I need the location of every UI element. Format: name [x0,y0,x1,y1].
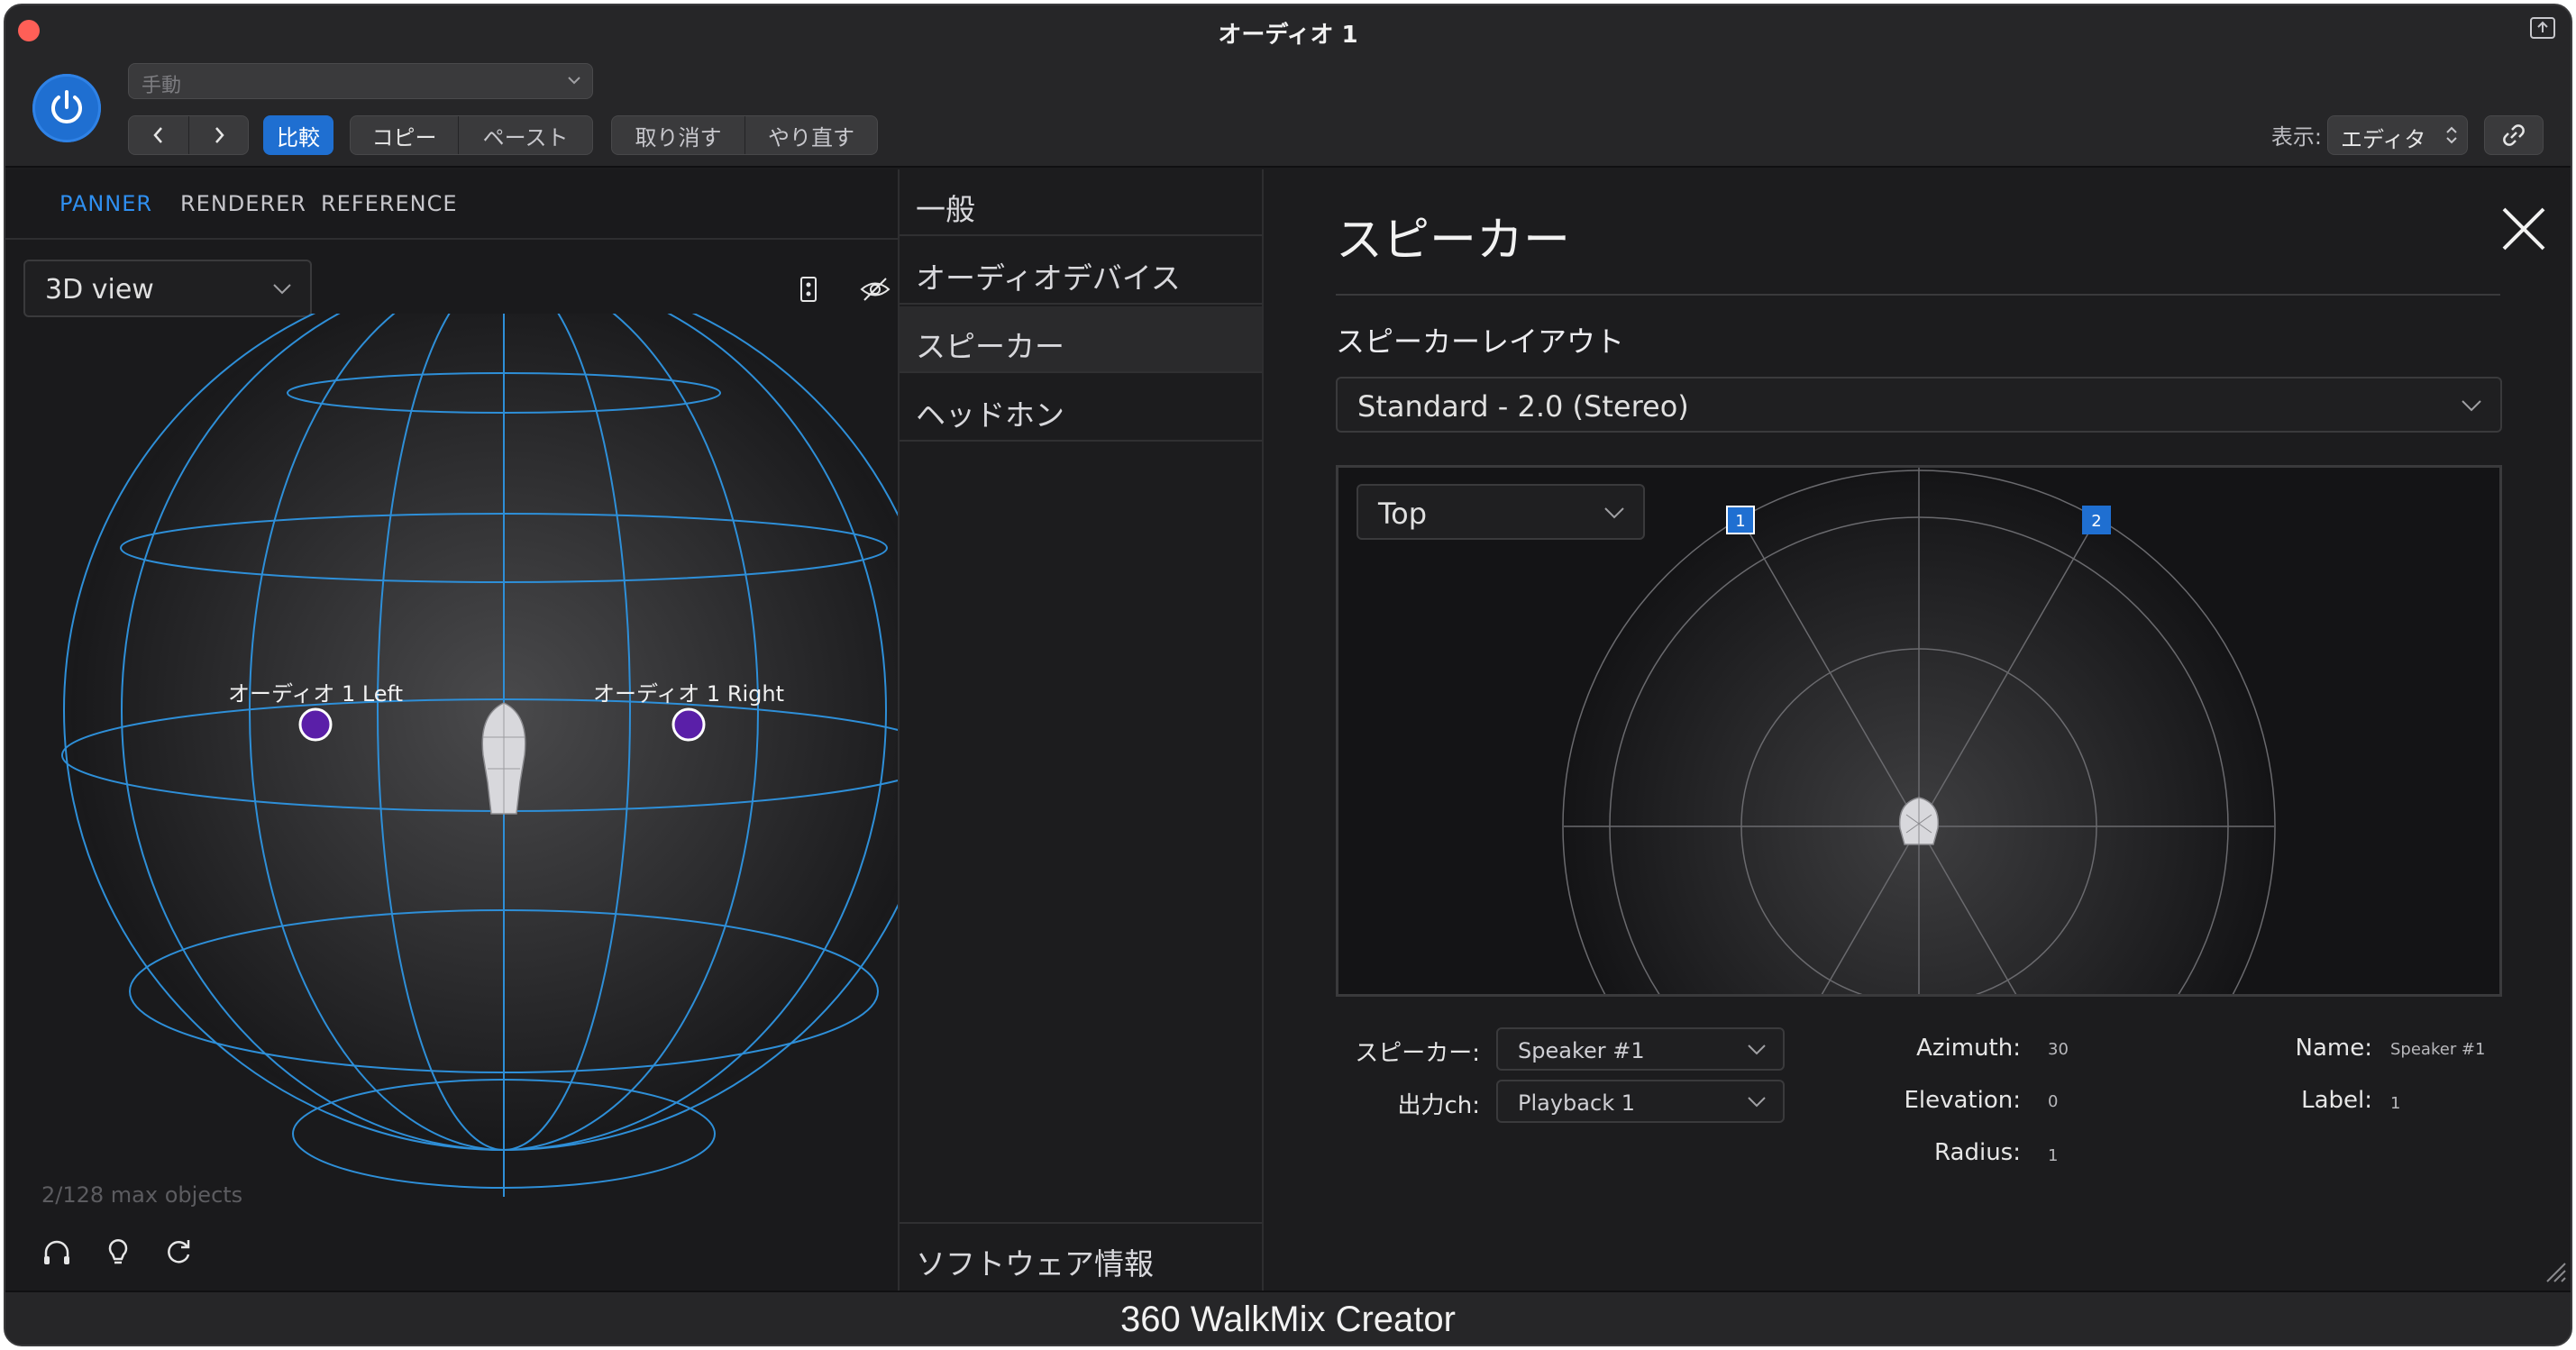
chevron-down-icon [568,77,580,85]
speaker-field-label: スピーカー: [1355,1040,1480,1067]
radius-label: Radius: [1934,1139,2021,1166]
view-label: 表示: [2270,124,2322,150]
chevron-down-icon [1748,1097,1766,1108]
link-button[interactable] [2484,115,2544,155]
app-window: オーディオ 1 手動 比較 コピー ペースト 取り消す やり直す 表示: エディ… [4,4,2572,1346]
view-mode-value: 3D view [45,274,154,306]
speaker-top-view[interactable]: Top 1 2 [1336,465,2502,997]
chevron-left-icon [153,127,162,143]
speaker-select[interactable]: Speaker #1 [1496,1027,1785,1071]
chevron-down-icon [2462,400,2481,412]
elevation-value[interactable]: 0 [2048,1092,2058,1111]
view-select-value: エディタ [2341,127,2426,152]
radius-value[interactable]: 1 [2048,1146,2058,1165]
page-title: スピーカー [1336,214,1571,268]
panner-bottom-toolbar [41,1236,195,1267]
speaker-layout-value: Standard - 2.0 (Stereo) [1357,389,1689,424]
speaker-marker-2[interactable]: 2 [2082,506,2111,534]
panner-tabs: PANNER RENDERER REFERENCE [5,169,898,240]
chevron-down-icon [1748,1044,1766,1055]
menu-item-general[interactable]: 一般 [900,169,1262,236]
preset-nav-group [128,115,249,155]
speaker-layout-label: スピーカーレイアウト [1336,324,1625,359]
next-preset-button[interactable] [188,116,248,154]
panner-panel: PANNER RENDERER REFERENCE 3D view オーディオ … [5,169,898,1291]
azimuth-label: Azimuth: [1916,1035,2021,1062]
label-label: Label: [2301,1087,2372,1114]
menu-item-speakers[interactable]: スピーカー [900,306,1262,373]
preset-select-value: 手動 [142,75,182,97]
redo-button[interactable]: やり直す [744,116,877,154]
copy-paste-group: コピー ペースト [350,115,593,155]
speaker-select-value: Speaker #1 [1518,1038,1645,1063]
copy-button[interactable]: コピー [351,116,458,154]
paste-button[interactable]: ペースト [458,116,592,154]
tab-renderer[interactable]: RENDERER [180,191,306,216]
tab-reference[interactable]: REFERENCE [321,191,458,216]
top-view-value: Top [1378,497,1427,531]
name-value[interactable]: Speaker #1 [2390,1040,2485,1059]
preset-select[interactable]: 手動 [128,63,593,99]
output-channel-value: Playback 1 [1518,1090,1635,1116]
speaker-layout-select[interactable]: Standard - 2.0 (Stereo) [1336,377,2502,433]
listener-head-top [1898,797,1940,845]
svg-text:2: 2 [2091,512,2101,531]
object-label-left: オーディオ 1 Left [228,681,403,707]
object-list-icon[interactable] [799,276,818,303]
title-toolbar: オーディオ 1 手動 比較 コピー ペースト 取り消す やり直す 表示: エディ… [5,5,2571,168]
output-channel-label: 出力ch: [1397,1092,1480,1119]
view-select[interactable]: エディタ [2327,115,2468,155]
max-objects-count: 2/128 max objects [41,1182,243,1208]
power-icon [51,90,82,123]
previous-preset-button[interactable] [129,116,188,154]
updown-chevron-icon [2446,126,2457,144]
reset-icon[interactable] [164,1236,195,1267]
undo-redo-group: 取り消す やり直す [611,115,878,155]
settings-menu: 一般 オーディオデバイス スピーカー ヘッドホン ソフトウェア情報 [898,169,1264,1291]
app-footer: 360 WalkMix Creator [5,1291,2571,1345]
speaker-settings: スピーカー スピーカーレイアウト Standard - 2.0 (Stereo)… [1264,169,2571,1291]
polar-grid: 1 2 [1562,468,2276,994]
3d-sphere-view[interactable]: オーディオ 1 Left オーディオ 1 Right [5,314,898,1215]
tab-panner[interactable]: PANNER [59,191,152,216]
resize-grip-icon[interactable] [2542,1258,2567,1283]
svg-text:1: 1 [1735,512,1745,531]
menu-item-audio-device[interactable]: オーディオデバイス [900,238,1262,305]
power-button[interactable] [32,74,101,142]
elevation-label: Elevation: [1904,1087,2021,1114]
lightbulb-icon[interactable] [103,1236,133,1267]
audio-object-left[interactable] [298,707,333,742]
compare-button[interactable]: 比較 [263,115,333,155]
fullscreen-icon[interactable] [2529,16,2556,40]
label-value[interactable]: 1 [2390,1094,2400,1113]
speaker-marker-1[interactable]: 1 [1726,506,1755,534]
undo-button[interactable]: 取り消す [612,116,744,154]
object-label-right: オーディオ 1 Right [593,681,784,707]
window-title: オーディオ 1 [1218,22,1358,49]
listener-head [481,702,526,815]
menu-item-headphones[interactable]: ヘッドホン [900,375,1262,442]
chevron-down-icon [1604,507,1624,519]
visibility-off-icon[interactable] [860,276,891,303]
chevron-right-icon [215,127,224,143]
menu-item-software-info[interactable]: ソフトウェア情報 [900,1222,1262,1289]
headphones-icon[interactable] [41,1236,72,1267]
title-divider [1336,294,2500,296]
chevron-down-icon [273,284,291,295]
name-label: Name: [2295,1035,2372,1062]
audio-object-right[interactable] [671,707,706,742]
azimuth-value[interactable]: 30 [2048,1040,2069,1059]
close-icon[interactable] [2500,205,2547,252]
output-channel-select[interactable]: Playback 1 [1496,1080,1785,1123]
top-view-select[interactable]: Top [1357,484,1645,540]
view-mode-select[interactable]: 3D view [23,260,312,317]
link-icon [2503,124,2525,146]
